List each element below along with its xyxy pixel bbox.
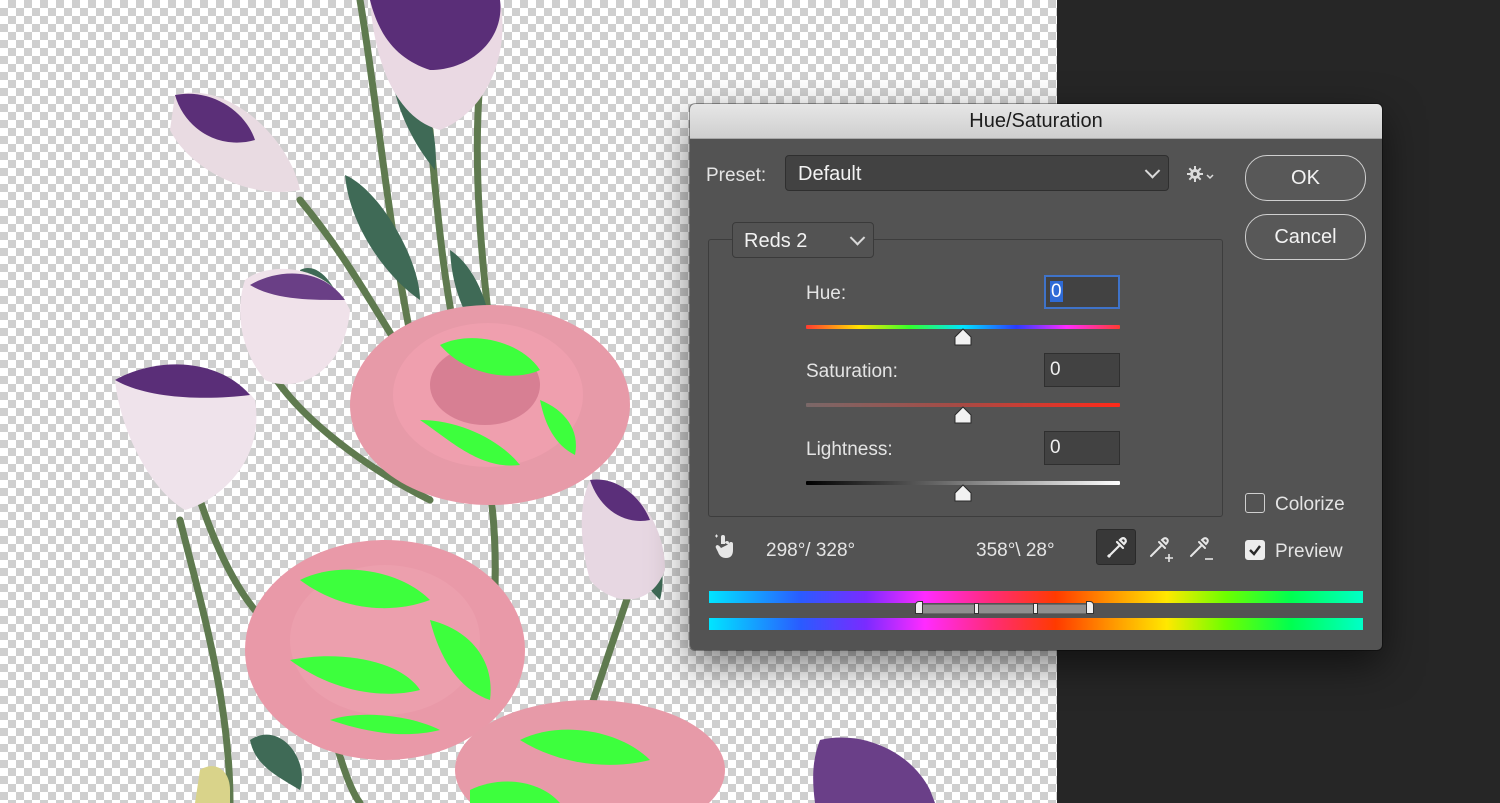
hue-label: Hue: — [806, 283, 847, 304]
saturation-label: Saturation: — [806, 361, 898, 382]
cancel-button[interactable]: Cancel — [1245, 214, 1366, 260]
eyedropper-minus-icon[interactable] — [1185, 532, 1217, 564]
saturation-input[interactable]: 0 — [1044, 353, 1120, 387]
saturation-slider-thumb[interactable] — [954, 406, 972, 424]
color-range-selector[interactable] — [918, 604, 1090, 614]
range-right-readout: 358°\ 28° — [976, 540, 1055, 561]
channel-select[interactable]: Reds 2 — [732, 222, 874, 258]
color-range-bar-bottom — [709, 618, 1363, 630]
lightness-label: Lightness: — [806, 439, 893, 460]
colorize-checkbox[interactable] — [1245, 493, 1265, 513]
color-range-bar-top — [709, 591, 1363, 603]
eyedropper-icon[interactable] — [1096, 529, 1136, 565]
range-left-handle[interactable] — [974, 603, 979, 614]
channel-value: Reds 2 — [744, 230, 808, 252]
range-falloff-left-handle[interactable] — [915, 601, 923, 614]
hue-input[interactable]: 0 — [1044, 275, 1120, 309]
ok-button[interactable]: OK — [1245, 155, 1366, 201]
range-left-readout: 298°/ 328° — [766, 540, 856, 561]
preview-label: Preview — [1275, 541, 1343, 562]
dialog-titlebar[interactable]: Hue/Saturation — [690, 104, 1382, 139]
chevron-down-icon — [1144, 163, 1161, 179]
colorize-label: Colorize — [1275, 494, 1345, 515]
lightness-input[interactable]: 0 — [1044, 431, 1120, 465]
dialog-title: Hue/Saturation — [969, 110, 1103, 132]
chevron-down-icon — [849, 230, 866, 246]
checkmark-icon — [1249, 545, 1261, 556]
eyedropper-plus-icon[interactable] — [1145, 532, 1177, 564]
range-falloff-right-handle[interactable] — [1086, 601, 1094, 614]
adjustment-group — [708, 239, 1223, 517]
range-right-handle[interactable] — [1033, 603, 1038, 614]
targeted-adjustment-hand-icon[interactable] — [714, 534, 738, 560]
gear-icon[interactable] — [1186, 164, 1216, 184]
preset-value: Default — [798, 163, 862, 185]
preset-label: Preset: — [706, 165, 767, 186]
hue-slider-thumb[interactable] — [954, 328, 972, 346]
preview-checkbox[interactable] — [1245, 540, 1265, 560]
hue-saturation-dialog: Hue/Saturation Preset: Default OK Cancel… — [690, 104, 1382, 650]
preset-select[interactable]: Default — [785, 155, 1169, 191]
lightness-slider-thumb[interactable] — [954, 484, 972, 502]
